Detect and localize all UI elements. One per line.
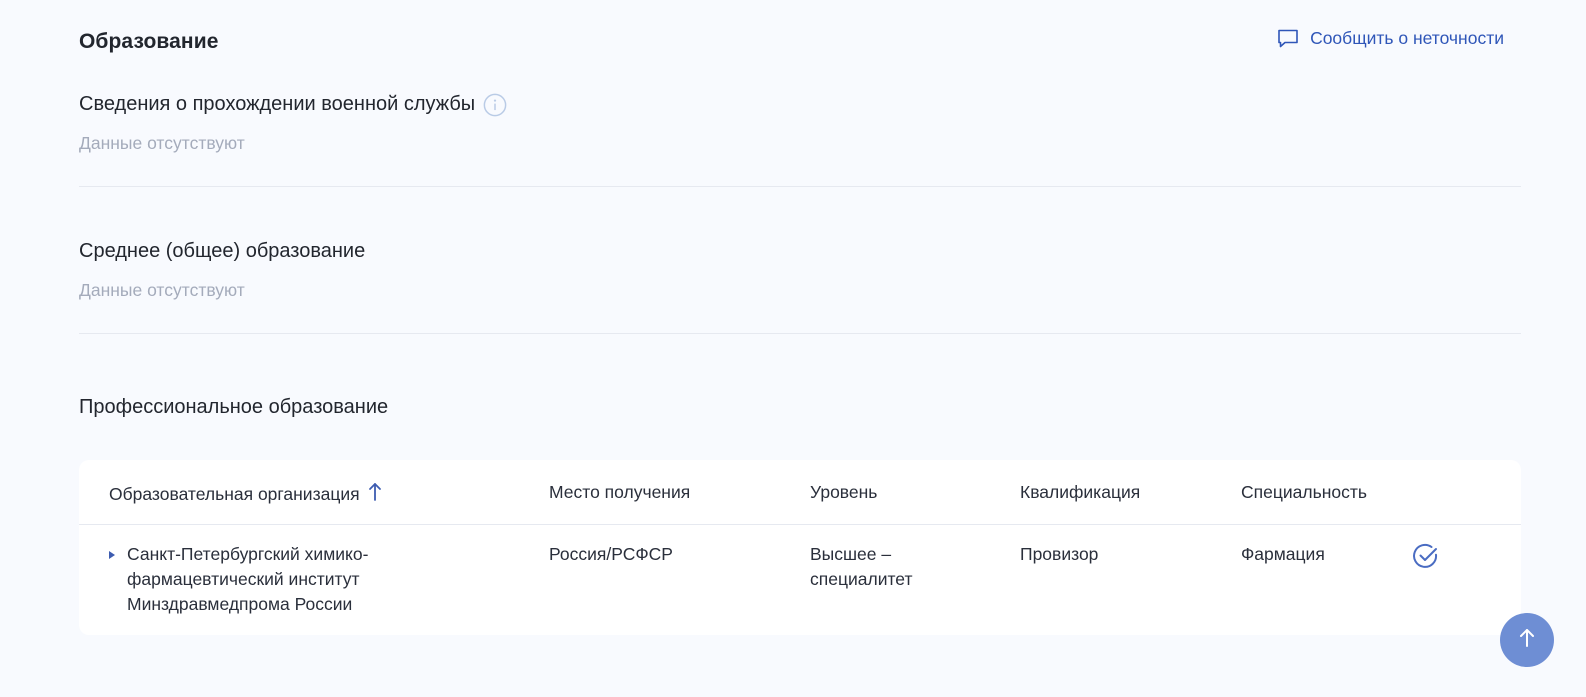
- expand-row-caret-icon[interactable]: [109, 551, 115, 559]
- divider: [79, 333, 1521, 334]
- military-service-title-text: Сведения о прохождении военной службы: [79, 92, 476, 115]
- info-icon[interactable]: [483, 92, 507, 117]
- divider: [79, 186, 1521, 187]
- military-service-empty: Данные отсутствуют: [79, 133, 245, 153]
- professional-education-title: Профессиональное образование: [79, 396, 389, 418]
- education-table: Образовательная организация Место получе…: [79, 460, 1521, 635]
- scroll-to-top-button[interactable]: [1500, 613, 1554, 667]
- column-header-place[interactable]: Место получения: [549, 482, 690, 503]
- page-title: Образование: [79, 30, 219, 53]
- column-header-qualification[interactable]: Квалификация: [1020, 482, 1140, 503]
- check-circle-icon: [1412, 542, 1440, 570]
- report-inaccuracy-label: Сообщить о неточности: [1310, 27, 1504, 48]
- arrow-up-icon: [1517, 627, 1537, 654]
- sort-arrow-up-icon[interactable]: [368, 482, 382, 507]
- cell-place: Россия/РСФСР: [549, 544, 673, 564]
- cell-qualification: Провизор: [1020, 544, 1099, 564]
- secondary-education-empty: Данные отсутствуют: [79, 280, 245, 300]
- cell-level: Высшее – специалитет: [810, 544, 913, 589]
- report-inaccuracy-link[interactable]: Сообщить о неточности: [1276, 26, 1504, 50]
- column-header-level[interactable]: Уровень: [810, 482, 877, 503]
- column-header-organization[interactable]: Образовательная организация: [109, 482, 382, 507]
- military-service-title: Сведения о прохождении военной службы: [79, 92, 507, 117]
- cell-organization: Санкт-Петербургский химико-фармацевтичес…: [127, 544, 369, 614]
- column-header-specialty[interactable]: Специальность: [1241, 482, 1367, 503]
- column-header-organization-label: Образовательная организация: [109, 484, 360, 504]
- table-header: Образовательная организация Место получе…: [79, 460, 1521, 525]
- secondary-education-title: Среднее (общее) образование: [79, 240, 366, 262]
- cell-specialty: Фармация: [1241, 544, 1325, 564]
- chat-bubble-icon: [1276, 26, 1300, 50]
